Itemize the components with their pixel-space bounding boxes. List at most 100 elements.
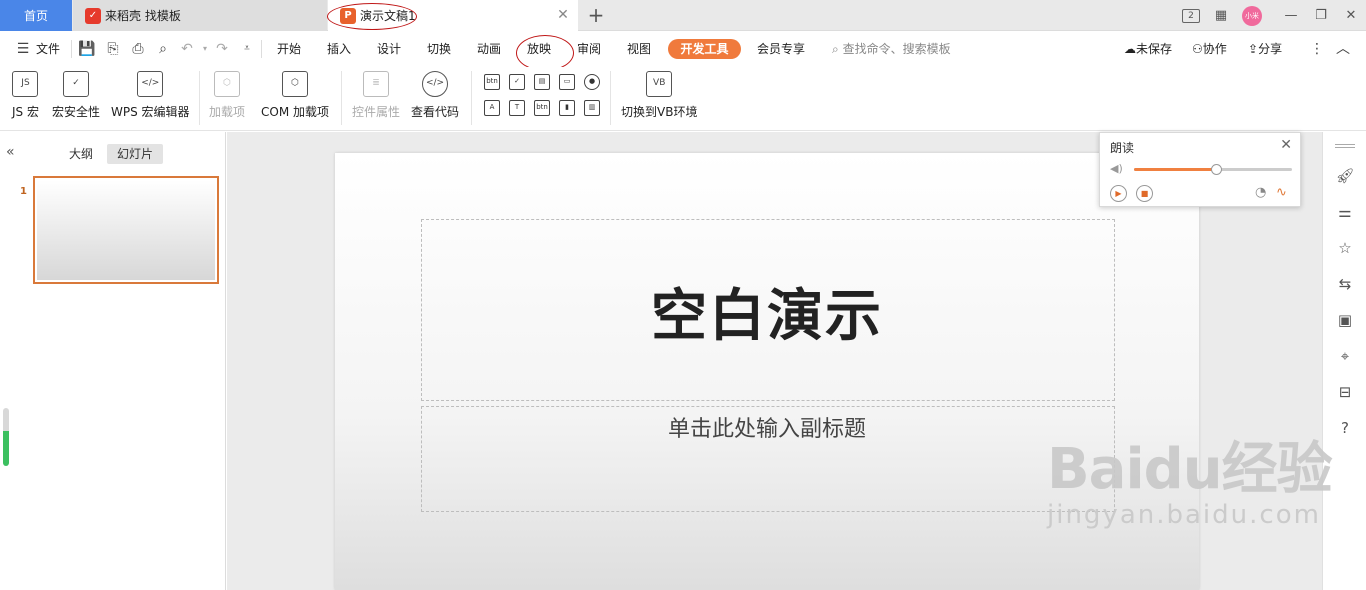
- control-scrollbar-icon[interactable]: ▮: [559, 100, 575, 116]
- help-icon[interactable]: ?: [1334, 417, 1356, 439]
- macro-security-button[interactable]: ✓ 宏安全性: [52, 71, 100, 120]
- customize-toolbar-icon[interactable]: ⩡: [238, 40, 256, 58]
- menu-start[interactable]: 开始: [277, 39, 301, 59]
- divider: [199, 71, 200, 125]
- switch-vb-button[interactable]: VB 切换到VB环境: [621, 71, 697, 120]
- volume-slider-fill: [1134, 168, 1217, 171]
- voice-wave-icon[interactable]: ∿: [1276, 185, 1287, 200]
- export-pdf-icon[interactable]: ⎘: [104, 40, 122, 58]
- view-code-button[interactable]: </> 查看代码: [411, 71, 459, 120]
- presentation-doc-icon: P: [340, 7, 356, 24]
- close-tab-icon[interactable]: ✕: [556, 8, 570, 22]
- control-props-button[interactable]: ≣ 控件属性: [352, 71, 400, 120]
- speed-gauge-icon[interactable]: ◔: [1255, 185, 1266, 200]
- tab-document-label: 演示文稿1: [360, 9, 416, 23]
- print-preview-icon[interactable]: ⌕: [154, 40, 172, 58]
- control-frame-icon[interactable]: ▭: [559, 74, 575, 90]
- control-listbox-icon[interactable]: ▥: [584, 100, 600, 116]
- menu-animation[interactable]: 动画: [477, 39, 501, 59]
- apps-grid-icon[interactable]: ▦: [1206, 0, 1236, 31]
- share-button[interactable]: ⇪分享: [1248, 39, 1282, 59]
- addins-label: 加载项: [209, 105, 246, 119]
- undo-icon[interactable]: ↶: [178, 40, 196, 58]
- sliders-icon[interactable]: ⚌: [1334, 201, 1356, 223]
- menu-transition[interactable]: 切换: [427, 39, 451, 59]
- redo-icon[interactable]: ↷: [213, 40, 231, 58]
- progress-indicator: [3, 408, 9, 466]
- menu-slideshow[interactable]: 放映: [527, 39, 551, 59]
- restore-icon[interactable]: ❐: [1306, 0, 1336, 31]
- unsaved-label: 未保存: [1136, 42, 1173, 56]
- control-label-icon[interactable]: A: [484, 100, 500, 116]
- com-addins-button[interactable]: ⬡ COM 加载项: [261, 71, 329, 120]
- slide-thumbnail[interactable]: [33, 176, 219, 284]
- tab-home[interactable]: 首页: [0, 0, 72, 31]
- control-checkbox-icon[interactable]: ✓: [509, 74, 525, 90]
- book-search-icon[interactable]: ⊟: [1334, 381, 1356, 403]
- macro-security-label: 宏安全性: [52, 105, 101, 119]
- slide-title[interactable]: 空白演示: [335, 271, 1199, 352]
- control-combobox-icon[interactable]: ▤: [534, 74, 550, 90]
- volume-slider[interactable]: [1134, 164, 1292, 175]
- stop-icon[interactable]: ■: [1136, 185, 1153, 202]
- command-search[interactable]: ⌕ 查找命令、搜索模板: [832, 39, 951, 59]
- more-options-icon[interactable]: ⋮: [1308, 40, 1326, 58]
- new-tab-button[interactable]: +: [586, 4, 606, 26]
- slide-thumbnail-preview: [37, 180, 215, 280]
- image-settings-icon[interactable]: ▣: [1334, 309, 1356, 331]
- window-count-button[interactable]: 2: [1176, 0, 1206, 31]
- read-aloud-panel: 朗读 ✕ ◀) ▶ ■ ◔ ∿: [1099, 132, 1301, 207]
- sidebar-grip: [1335, 144, 1355, 145]
- docer-logo-icon: ✓: [85, 7, 101, 24]
- compass-icon[interactable]: ⌖: [1334, 345, 1356, 367]
- collab-button[interactable]: ⚇协作: [1192, 39, 1227, 59]
- menu-member[interactable]: 会员专享: [757, 39, 805, 59]
- unsaved-status[interactable]: ☁未保存: [1124, 39, 1172, 59]
- tab-home-label: 首页: [23, 9, 48, 23]
- minimize-icon[interactable]: —: [1276, 0, 1306, 31]
- transition-icon[interactable]: ⇆: [1334, 273, 1356, 295]
- avatar[interactable]: 小米: [1242, 5, 1262, 26]
- menu-file[interactable]: 文件: [36, 39, 60, 59]
- js-macro-button[interactable]: JS JS 宏: [12, 71, 39, 120]
- control-button-icon[interactable]: btn: [484, 74, 500, 90]
- collapse-ribbon-icon[interactable]: ︿: [1334, 40, 1352, 58]
- cube-gear-icon: ⬡: [282, 71, 308, 97]
- tab-outline[interactable]: 大纲: [59, 144, 103, 164]
- hamburger-menu-icon[interactable]: ☰: [14, 40, 32, 58]
- divider: [341, 71, 342, 125]
- watermark-sub: jingyan.baidu.com: [1047, 500, 1321, 530]
- menu-review[interactable]: 审阅: [577, 39, 601, 59]
- tab-slides[interactable]: 幻灯片: [107, 144, 164, 164]
- menu-dev-tools[interactable]: 开发工具: [668, 39, 741, 59]
- vb-environment-icon: VB: [646, 71, 673, 97]
- volume-slider-handle[interactable]: [1211, 164, 1223, 175]
- addins-button[interactable]: ⬡ 加载项: [209, 71, 245, 120]
- divider: [261, 40, 262, 58]
- close-icon[interactable]: ✕: [1280, 137, 1292, 153]
- close-window-icon[interactable]: ✕: [1336, 0, 1366, 31]
- control-toggle-button-icon[interactable]: btn: [534, 100, 550, 116]
- menu-design[interactable]: 设计: [377, 39, 401, 59]
- wps-macro-editor-button[interactable]: </> WPS 宏编辑器: [111, 71, 190, 120]
- star-icon[interactable]: ☆: [1334, 237, 1356, 259]
- collapse-pane-icon[interactable]: «: [6, 144, 15, 160]
- play-icon[interactable]: ▶: [1110, 185, 1127, 202]
- print-icon[interactable]: ⎙: [129, 40, 147, 58]
- control-textbox-icon[interactable]: T: [509, 100, 525, 116]
- undo-dropdown-icon[interactable]: ▾: [196, 40, 214, 58]
- save-icon[interactable]: 💾: [78, 40, 96, 58]
- com-addins-label: COM 加载项: [261, 105, 329, 119]
- menu-insert[interactable]: 插入: [327, 39, 351, 59]
- control-radio-icon[interactable]: ●: [584, 74, 600, 90]
- window-controls: 2 ▦ 小米 — ❐ ✕: [1176, 0, 1366, 31]
- rocket-icon[interactable]: 🚀︎: [1334, 165, 1356, 187]
- menu-view[interactable]: 视图: [627, 39, 651, 59]
- shield-check-icon: ✓: [63, 71, 89, 97]
- code-editor-icon: </>: [137, 71, 164, 97]
- tab-document[interactable]: P 演示文稿1 ✕: [328, 0, 578, 31]
- tab-template[interactable]: ✓ 来稻壳 找模板: [73, 0, 327, 31]
- search-placeholder: 查找命令、搜索模板: [842, 42, 951, 56]
- divider: [610, 71, 611, 125]
- search-icon: ⌕: [832, 42, 839, 56]
